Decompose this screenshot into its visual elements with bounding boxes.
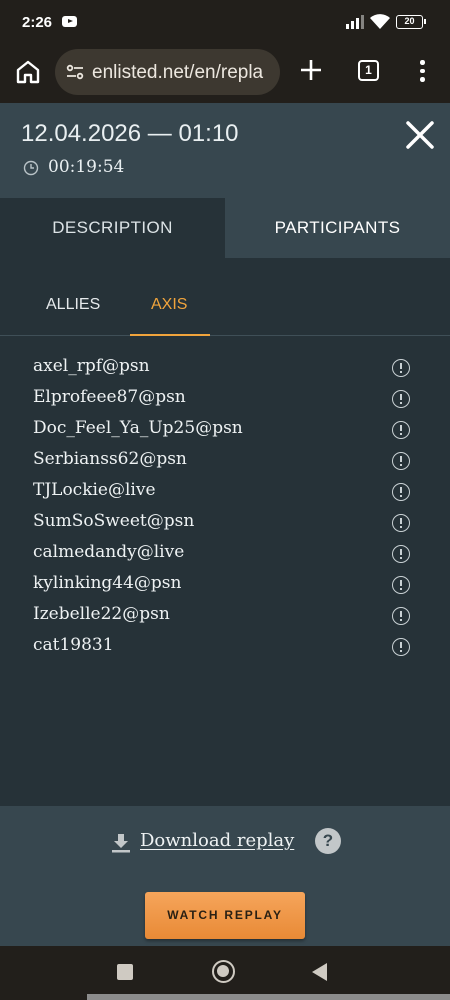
report-icon[interactable] xyxy=(392,638,410,656)
home-icon[interactable] xyxy=(14,58,42,86)
report-icon[interactable] xyxy=(392,607,410,625)
list-item: Serbianss62@psn xyxy=(0,445,450,476)
list-item: Izebelle22@psn xyxy=(0,600,450,631)
status-bar: 2:26 20 xyxy=(0,0,450,44)
replay-date: 12.04.2026 — 01:10 xyxy=(21,120,239,147)
list-item: kylinking44@psn xyxy=(0,569,450,600)
main-tabs: DESCRIPTION PARTICIPANTS xyxy=(0,198,450,258)
player-name[interactable]: TJLockie@live xyxy=(33,480,156,500)
team-tabs: ALLIES AXIS xyxy=(0,258,450,336)
active-tab-indicator xyxy=(130,334,210,336)
report-icon[interactable] xyxy=(392,514,410,532)
player-name[interactable]: Izebelle22@psn xyxy=(33,604,170,624)
browser-toolbar: enlisted.net/en/repla 1 xyxy=(0,44,450,103)
report-icon[interactable] xyxy=(392,452,410,470)
youtube-icon xyxy=(62,16,77,27)
list-item: axel_rpf@psn xyxy=(0,352,450,383)
watch-replay-button[interactable]: WATCH REPLAY xyxy=(145,892,305,939)
report-icon[interactable] xyxy=(392,483,410,501)
site-info-icon[interactable] xyxy=(65,62,85,82)
tab-axis[interactable]: AXIS xyxy=(151,296,187,314)
help-icon[interactable]: ? xyxy=(315,828,341,854)
address-bar[interactable]: enlisted.net/en/repla xyxy=(55,49,280,95)
player-name[interactable]: SumSoSweet@psn xyxy=(33,511,194,531)
new-tab-icon[interactable] xyxy=(298,57,324,83)
list-item: calmedandy@live xyxy=(0,538,450,569)
signal-icon xyxy=(346,15,364,29)
tab-switcher-button[interactable]: 1 xyxy=(358,60,379,81)
report-icon[interactable] xyxy=(392,545,410,563)
url-text: enlisted.net/en/repla xyxy=(92,62,264,83)
list-item: TJLockie@live xyxy=(0,476,450,507)
status-time: 2:26 xyxy=(22,14,53,31)
close-icon[interactable] xyxy=(402,117,438,153)
home-circle-icon[interactable] xyxy=(212,960,235,983)
player-name[interactable]: calmedandy@live xyxy=(33,542,184,562)
menu-icon[interactable] xyxy=(416,59,428,83)
list-item: SumSoSweet@psn xyxy=(0,507,450,538)
tab-participants[interactable]: PARTICIPANTS xyxy=(225,198,450,258)
player-name[interactable]: cat19831 xyxy=(33,635,114,655)
gesture-bar xyxy=(87,994,450,1000)
list-item: cat19831 xyxy=(0,631,450,662)
player-name[interactable]: kylinking44@psn xyxy=(33,573,181,593)
report-icon[interactable] xyxy=(392,421,410,439)
list-item: Doc_Feel_Ya_Up25@psn xyxy=(0,414,450,445)
replay-duration: 00:19:54 xyxy=(48,157,125,177)
download-icon[interactable] xyxy=(111,833,131,853)
clock-icon xyxy=(23,160,39,176)
system-nav-bar xyxy=(0,946,450,1000)
player-name[interactable]: Doc_Feel_Ya_Up25@psn xyxy=(33,418,243,438)
list-item: Elprofeee87@psn xyxy=(0,383,450,414)
player-name[interactable]: Elprofeee87@psn xyxy=(33,387,186,407)
download-replay-link[interactable]: Download replay xyxy=(140,830,294,851)
player-name[interactable]: Serbianss62@psn xyxy=(33,449,187,469)
back-icon[interactable] xyxy=(312,963,327,981)
tab-description[interactable]: DESCRIPTION xyxy=(0,198,225,258)
recents-icon[interactable] xyxy=(117,964,133,980)
report-icon[interactable] xyxy=(392,359,410,377)
wifi-icon xyxy=(370,14,390,29)
replay-footer: Download replay ? WATCH REPLAY xyxy=(0,806,450,946)
report-icon[interactable] xyxy=(392,390,410,408)
player-name[interactable]: axel_rpf@psn xyxy=(33,356,150,376)
report-icon[interactable] xyxy=(392,576,410,594)
tab-allies[interactable]: ALLIES xyxy=(46,296,100,314)
battery-icon: 20 xyxy=(396,15,426,29)
replay-header: 12.04.2026 — 01:10 00:19:54 xyxy=(0,103,450,198)
